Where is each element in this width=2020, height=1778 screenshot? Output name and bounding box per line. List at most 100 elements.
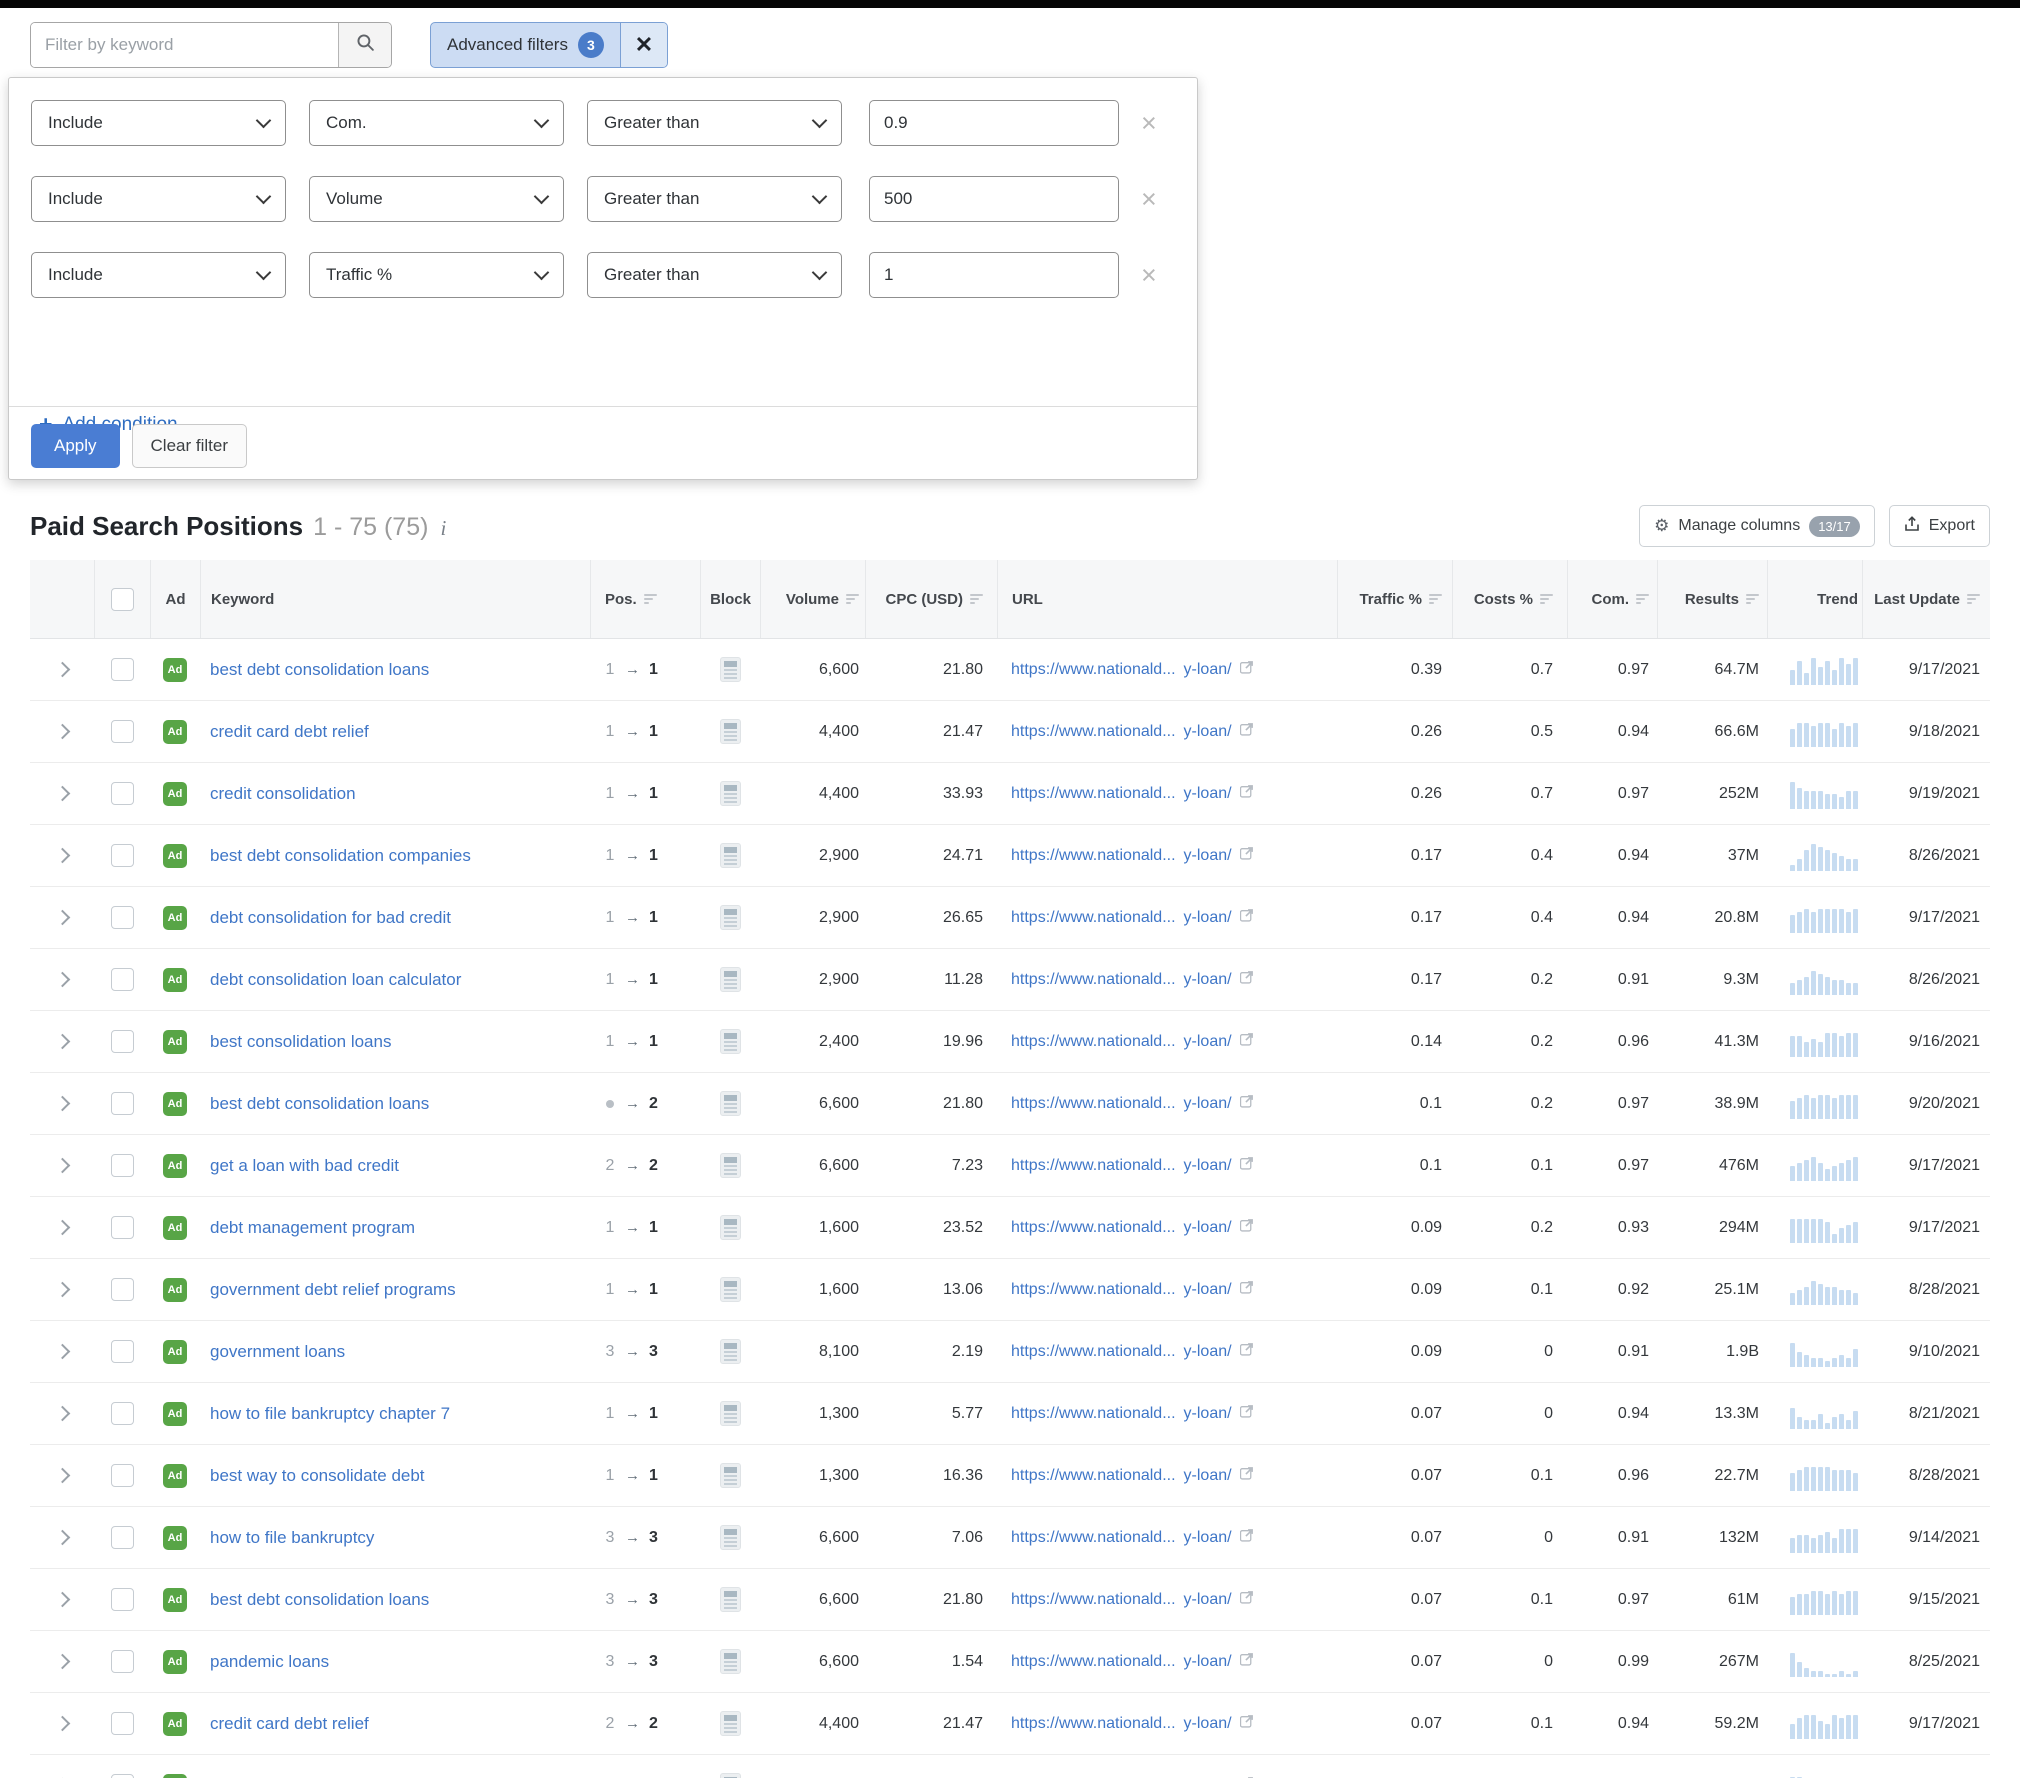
row-checkbox[interactable] xyxy=(110,906,134,929)
external-link-icon[interactable] xyxy=(1239,1218,1254,1237)
external-link-icon[interactable] xyxy=(1239,1466,1254,1485)
condition-field-select[interactable]: Com. xyxy=(309,100,564,146)
url-link[interactable]: https://www.nationald... y-loan/ xyxy=(1011,1156,1254,1175)
expand-row-icon[interactable] xyxy=(54,1281,70,1298)
expand-row-icon[interactable] xyxy=(54,723,70,740)
expand-row-icon[interactable] xyxy=(54,1467,70,1484)
remove-condition-icon[interactable]: × xyxy=(1141,109,1157,137)
url-link[interactable]: https://www.nationald... y-loan/ xyxy=(1011,722,1254,741)
serp-block-icon[interactable] xyxy=(719,905,741,930)
expand-row-icon[interactable] xyxy=(54,1653,70,1670)
serp-block-icon[interactable] xyxy=(719,1711,741,1736)
column-header-com-[interactable]: Com. xyxy=(1567,560,1657,638)
expand-row-icon[interactable] xyxy=(54,1715,70,1732)
external-link-icon[interactable] xyxy=(1239,1590,1254,1609)
sort-icon[interactable] xyxy=(1636,592,1649,606)
url-link[interactable]: https://www.nationald... y-loan/ xyxy=(1011,908,1254,927)
keyword-link[interactable]: best consolidation loans xyxy=(210,1032,391,1052)
url-link[interactable]: https://www.nationald... y-loan/ xyxy=(1011,1280,1254,1299)
external-link-icon[interactable] xyxy=(1239,722,1254,741)
serp-block-icon[interactable] xyxy=(719,1401,741,1426)
condition-mode-select[interactable]: Include xyxy=(31,176,286,222)
expand-row-icon[interactable] xyxy=(54,1219,70,1236)
column-header-costs-%[interactable]: Costs % xyxy=(1452,560,1567,638)
row-checkbox[interactable] xyxy=(110,968,134,991)
info-icon[interactable]: i xyxy=(440,516,446,541)
expand-row-icon[interactable] xyxy=(54,661,70,678)
expand-row-icon[interactable] xyxy=(54,1157,70,1174)
external-link-icon[interactable] xyxy=(1239,1032,1254,1051)
expand-row-icon[interactable] xyxy=(54,847,70,864)
select-all-checkbox[interactable] xyxy=(111,587,134,611)
keyword-link[interactable]: best way to consolidate debt xyxy=(210,1466,425,1486)
export-button[interactable]: Export xyxy=(1888,505,1990,547)
serp-block-icon[interactable] xyxy=(719,1587,741,1612)
row-checkbox[interactable] xyxy=(110,1526,134,1549)
row-checkbox[interactable] xyxy=(110,1340,134,1363)
keyword-link[interactable]: best debt consolidation loans xyxy=(210,1094,429,1114)
row-checkbox[interactable] xyxy=(110,1588,134,1611)
url-link[interactable]: https://www.nationald... y-loan/ xyxy=(1011,1714,1254,1733)
keyword-link[interactable]: best debt consolidation loans xyxy=(210,660,429,680)
row-checkbox[interactable] xyxy=(110,1774,134,1778)
column-header-traffic-%[interactable]: Traffic % xyxy=(1337,560,1452,638)
keyword-link[interactable]: government loans xyxy=(210,1342,345,1362)
external-link-icon[interactable] xyxy=(1239,1342,1254,1361)
url-link[interactable]: https://www.nationald... y-loan/ xyxy=(1011,1652,1254,1671)
keyword-link[interactable]: debt consolidation loan calculator xyxy=(210,970,461,990)
external-link-icon[interactable] xyxy=(1239,1528,1254,1547)
url-link[interactable]: https://www.nationald... y-loan/ xyxy=(1011,846,1254,865)
row-checkbox[interactable] xyxy=(110,1712,134,1735)
row-checkbox[interactable] xyxy=(110,1216,134,1239)
keyword-link[interactable]: credit card debt relief xyxy=(210,1714,369,1734)
sort-icon[interactable] xyxy=(846,592,859,606)
url-link[interactable]: https://www.nationald... y-loan/ xyxy=(1011,1590,1254,1609)
expand-row-icon[interactable] xyxy=(54,1591,70,1608)
serp-block-icon[interactable] xyxy=(719,1773,741,1778)
row-checkbox[interactable] xyxy=(110,1092,134,1115)
clear-filter-button[interactable]: Clear filter xyxy=(131,424,247,468)
keyword-link[interactable]: credit card debt relief xyxy=(210,722,369,742)
sort-icon[interactable] xyxy=(1746,592,1759,606)
expand-row-icon[interactable] xyxy=(54,909,70,926)
keyword-link[interactable]: get a loan with bad credit xyxy=(210,1156,399,1176)
row-checkbox[interactable] xyxy=(110,1278,134,1301)
url-link[interactable]: https://www.nationald... y-loan/ xyxy=(1011,784,1254,803)
row-checkbox[interactable] xyxy=(110,720,134,743)
url-link[interactable]: https://www.nationald... y-loan/ xyxy=(1011,1218,1254,1237)
keyword-link[interactable]: debt management program xyxy=(210,1218,415,1238)
url-link[interactable]: https://www.nationald... y-loan/ xyxy=(1011,1404,1254,1423)
serp-block-icon[interactable] xyxy=(719,1649,741,1674)
column-header-pos-[interactable]: Pos. xyxy=(590,560,700,638)
url-link[interactable]: https://www.nationald... y-loan/ xyxy=(1011,1466,1254,1485)
serp-block-icon[interactable] xyxy=(719,1029,741,1054)
external-link-icon[interactable] xyxy=(1239,1156,1254,1175)
serp-block-icon[interactable] xyxy=(719,657,741,682)
serp-block-icon[interactable] xyxy=(719,967,741,992)
expand-row-icon[interactable] xyxy=(54,785,70,802)
url-link[interactable]: https://www.nationald... y-loan/ xyxy=(1011,1342,1254,1361)
condition-field-select[interactable]: Volume xyxy=(309,176,564,222)
condition-mode-select[interactable]: Include xyxy=(31,252,286,298)
serp-block-icon[interactable] xyxy=(719,719,741,744)
condition-operator-select[interactable]: Greater than xyxy=(587,100,842,146)
external-link-icon[interactable] xyxy=(1239,1280,1254,1299)
condition-value-input[interactable] xyxy=(869,252,1119,298)
serp-block-icon[interactable] xyxy=(719,1091,741,1116)
row-checkbox[interactable] xyxy=(110,844,134,867)
condition-value-input[interactable] xyxy=(869,100,1119,146)
expand-row-icon[interactable] xyxy=(54,1405,70,1422)
remove-condition-icon[interactable]: × xyxy=(1141,185,1157,213)
manage-columns-button[interactable]: ⚙ Manage columns 13/17 xyxy=(1639,505,1875,547)
keyword-link[interactable]: best debt consolidation loans xyxy=(210,1590,429,1610)
serp-block-icon[interactable] xyxy=(719,1463,741,1488)
keyword-link[interactable]: how to file bankruptcy chapter 7 xyxy=(210,1404,450,1424)
serp-block-icon[interactable] xyxy=(719,1525,741,1550)
sort-icon[interactable] xyxy=(1540,592,1553,606)
keyword-link[interactable]: best debt consolidation companies xyxy=(210,846,471,866)
row-checkbox[interactable] xyxy=(110,1154,134,1177)
sort-icon[interactable] xyxy=(970,592,983,606)
expand-row-icon[interactable] xyxy=(54,1033,70,1050)
row-checkbox[interactable] xyxy=(110,658,134,681)
condition-mode-select[interactable]: Include xyxy=(31,100,286,146)
